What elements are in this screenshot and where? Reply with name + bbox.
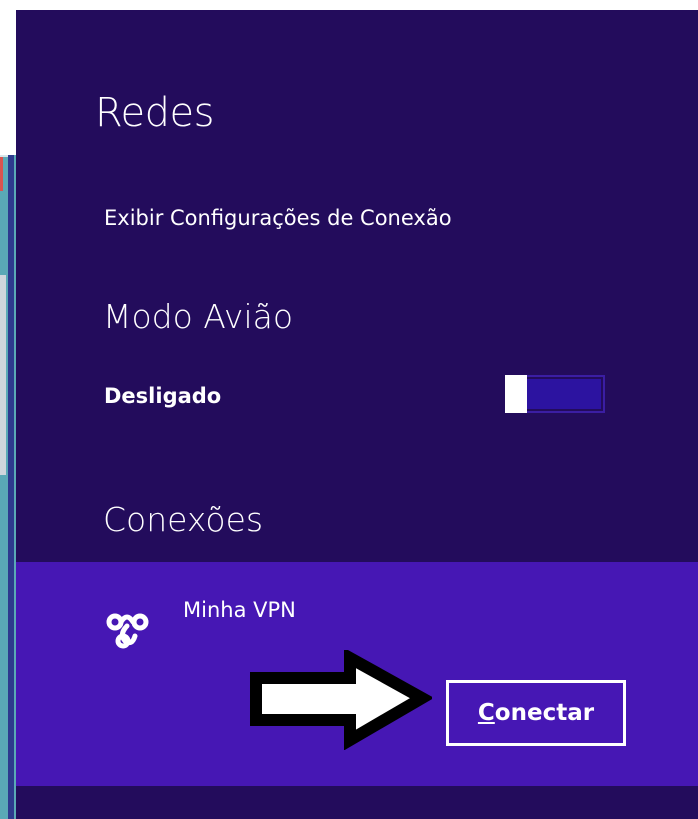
- connect-button[interactable]: Conectar: [446, 680, 626, 746]
- arrow-right-icon: [250, 650, 432, 750]
- toggle-thumb[interactable]: [505, 375, 527, 413]
- view-connection-settings-link[interactable]: Exibir Configurações de Conexão: [104, 206, 452, 230]
- airplane-mode-heading: Modo Avião: [103, 297, 294, 336]
- airplane-mode-state: Desligado: [104, 384, 222, 408]
- screen: Redes Exibir Configurações de Conexão Mo…: [0, 0, 698, 819]
- window-edge-scroll: [0, 275, 6, 475]
- background-window-edge: [0, 155, 16, 819]
- vpn-icon: [106, 613, 149, 649]
- airplane-mode-toggle[interactable]: [505, 375, 605, 413]
- vpn-connection-name: Minha VPN: [183, 598, 296, 622]
- connect-button-label: onectar: [494, 700, 595, 726]
- panel-title: Redes: [95, 90, 214, 136]
- connect-access-key: C: [477, 700, 495, 726]
- window-edge-border: [8, 155, 14, 819]
- window-edge-red-mark: [0, 157, 3, 191]
- connections-heading: Conexões: [103, 500, 264, 539]
